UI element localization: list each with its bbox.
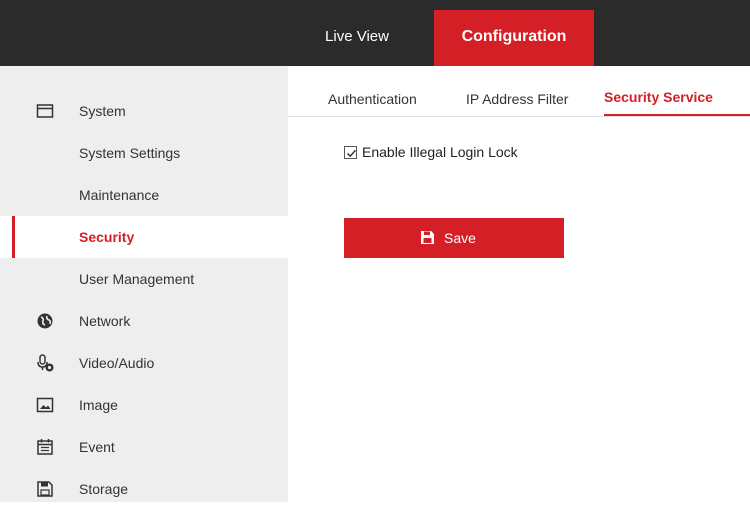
live-view-tab[interactable]: Live View [298, 10, 416, 66]
sidebar-item-video-audio[interactable]: Video/Audio [0, 342, 288, 384]
sidebar-item-label: Security [79, 229, 135, 245]
monitor-icon [36, 102, 54, 120]
sidebar-item-label: Video/Audio [79, 355, 155, 371]
image-icon [36, 396, 54, 414]
illegal-login-lock-checkbox[interactable] [344, 146, 357, 159]
tab-security-service[interactable]: Security Service [604, 66, 750, 116]
sidebar-item-network[interactable]: Network [0, 300, 288, 342]
sidebar-item-event[interactable]: Event [0, 426, 288, 468]
sidebar-item-maintenance[interactable]: Maintenance [0, 174, 288, 216]
sidebar-item-system[interactable]: System [0, 90, 288, 132]
security-subtabs: Authentication IP Address Filter Securit… [288, 66, 750, 117]
floppy-icon [36, 480, 54, 498]
illegal-login-lock-label: Enable Illegal Login Lock [362, 144, 518, 160]
sidebar-item-user-management[interactable]: User Management [0, 258, 288, 300]
sidebar-item-security[interactable]: Security [0, 216, 288, 258]
calendar-icon [36, 438, 54, 456]
sidebar: System System Settings Maintenance Secur… [0, 66, 288, 502]
globe-icon [36, 312, 54, 330]
configuration-tab[interactable]: Configuration [434, 10, 594, 66]
tab-ip-address-filter[interactable]: IP Address Filter [466, 66, 568, 116]
tab-authentication[interactable]: Authentication [328, 66, 417, 116]
sidebar-item-label: Image [79, 397, 118, 413]
sidebar-item-label: Event [79, 439, 115, 455]
sidebar-item-storage[interactable]: Storage [0, 468, 288, 510]
sidebar-item-label: Maintenance [79, 187, 160, 203]
sidebar-item-label: User Management [79, 271, 195, 287]
top-navigation-bar: Live View Configuration [0, 0, 750, 66]
sidebar-item-label: System [79, 103, 126, 119]
save-button-label: Save [444, 230, 476, 246]
save-icon [420, 230, 435, 245]
save-button[interactable]: Save [344, 218, 564, 258]
sidebar-item-label: System Settings [79, 145, 181, 161]
sidebar-item-image[interactable]: Image [0, 384, 288, 426]
checkmark-icon [346, 149, 357, 158]
sidebar-item-system-settings[interactable]: System Settings [0, 132, 288, 174]
microphone-icon [36, 354, 54, 372]
sidebar-item-label: Network [79, 313, 131, 329]
sidebar-item-label: Storage [79, 481, 129, 497]
